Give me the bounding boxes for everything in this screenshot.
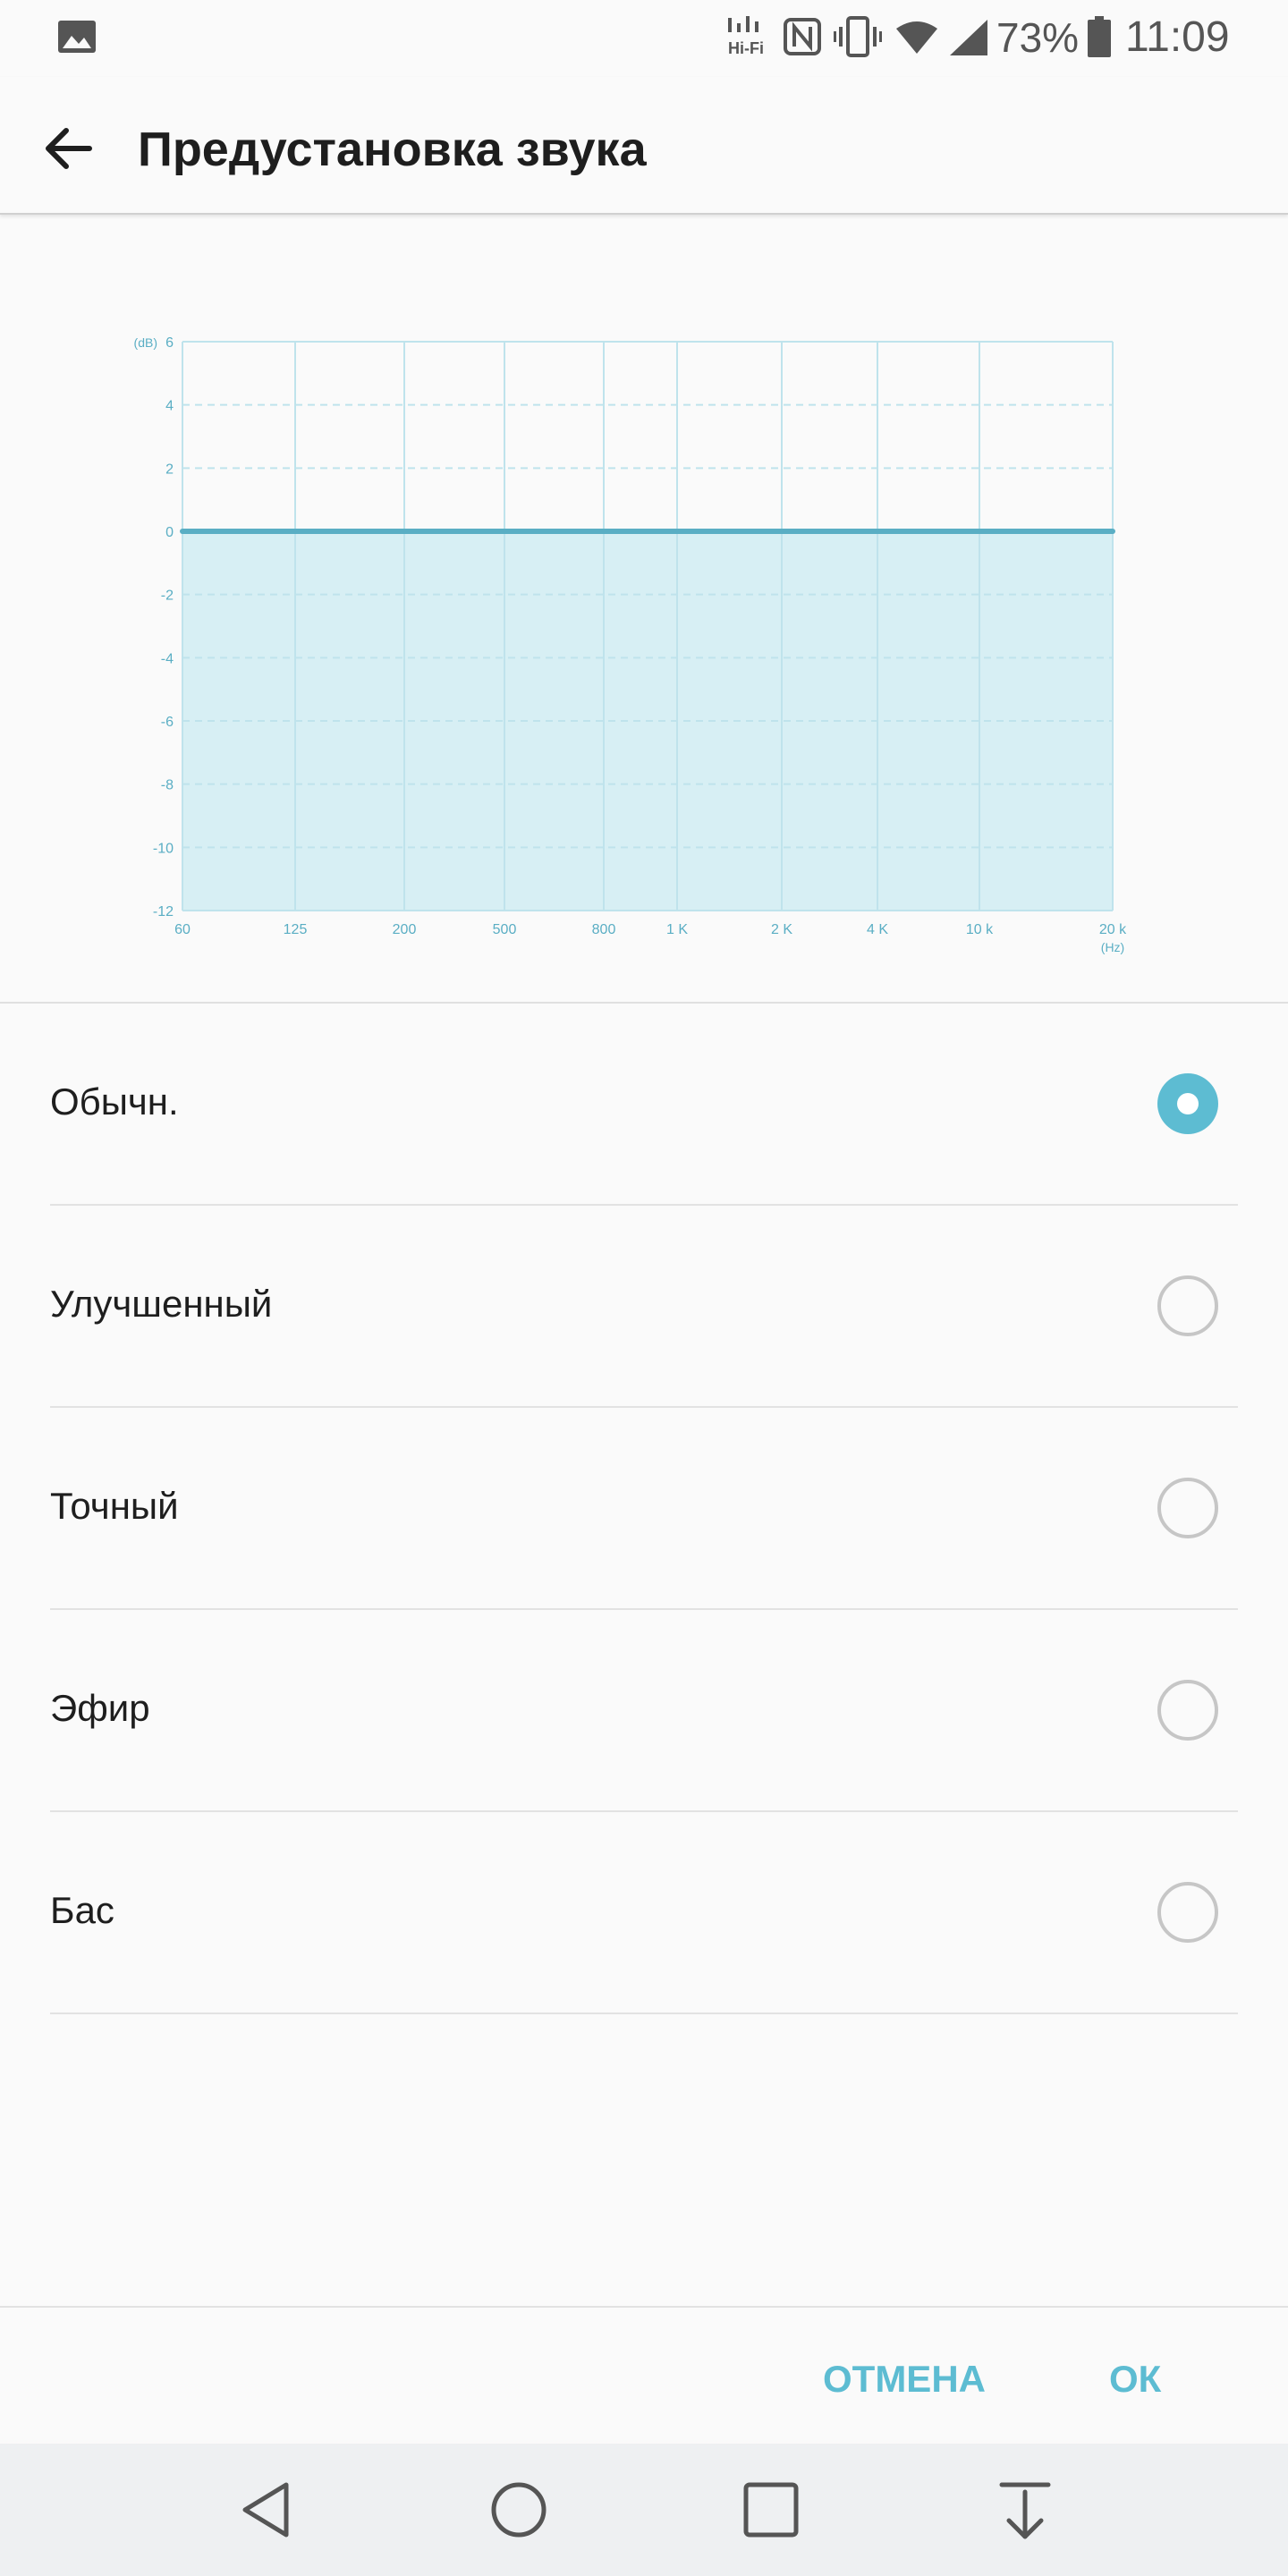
back-triangle-icon[interactable] [233,2474,304,2546]
ok-button[interactable]: ОК [1109,2343,1161,2415]
radio-unselected[interactable] [1157,1275,1218,1336]
recents-square-icon[interactable] [735,2474,807,2546]
y-tick-label: -2 [161,589,174,604]
vibrate-icon [834,16,882,57]
y-tick-label: 4 [165,399,174,414]
eq-point [875,529,880,534]
y-tick-label: 2 [165,462,174,477]
svg-text:Hi-Fi: Hi-Fi [728,39,764,57]
y-tick-label: -6 [161,715,174,730]
home-circle-icon[interactable] [483,2474,555,2546]
x-unit-label: (Hz) [1101,940,1124,954]
eq-point [292,529,298,534]
notifications-down-icon[interactable] [989,2474,1061,2546]
x-tick-label: 10 k [966,922,994,937]
eq-point [674,529,680,534]
radio-unselected[interactable] [1157,1680,1218,1741]
y-tick-label: 6 [165,335,174,351]
x-tick-label: 800 [592,922,616,937]
preset-label: Бас [50,1889,114,1931]
x-tick-label: 1 K [666,922,688,937]
radio-unselected[interactable] [1157,1478,1218,1538]
y-tick-label: -8 [161,778,174,793]
x-tick-label: 60 [174,922,191,937]
signal-icon [950,20,987,55]
eq-point [601,529,606,534]
status-bar: Hi-Fi 73% 11:09 [0,0,1288,77]
preset-label: Эфир [50,1687,150,1729]
footer-divider [0,2306,1288,2308]
eq-point [402,529,407,534]
preset-label: Обычн. [50,1080,179,1123]
page-title: Предустановка звука [138,123,647,176]
preset-label: Улучшенный [50,1283,273,1325]
battery-icon [1088,16,1111,57]
gallery-icon [58,21,96,53]
wifi-icon [896,21,937,54]
eq-point [1110,529,1115,534]
eq-point [502,529,507,534]
preset-item-enhanced[interactable]: Улучшенный [50,1206,1238,1408]
equalizer-chart: 6 4 2 0 -2 -4 -6 -8 -10 -12 (dB) 60 125 200 500 800 1 K 2… [0,215,1288,1002]
radio-dot [1177,1093,1199,1114]
battery-percent: 73% [996,14,1080,61]
y-tick-label: 0 [165,525,174,540]
y-tick-label: -12 [153,904,174,919]
preset-label: Точный [50,1485,179,1527]
arrow-back-icon [46,128,92,169]
app-bar: Предустановка звука [0,77,1288,215]
equalizer-chart-svg: 6 4 2 0 -2 -4 -6 -8 -10 -12 (dB) 60 125 200 500 800 1 K 2… [134,335,1128,954]
eq-point [180,529,185,534]
y-tick-label: -4 [161,651,174,666]
navigation-bar [0,2444,1288,2576]
radio-selected[interactable] [1157,1073,1218,1134]
x-tick-label: 500 [493,922,517,937]
x-tick-label: 20 k [1099,922,1127,937]
preset-item-normal[interactable]: Обычн. [50,1004,1238,1206]
radio-unselected[interactable] [1157,1882,1218,1943]
preset-item-precise[interactable]: Точный [50,1408,1238,1610]
cancel-button[interactable]: ОТМЕНА [823,2343,986,2415]
preset-item-bass[interactable]: Бас [50,1812,1238,2014]
preset-item-broadcast[interactable]: Эфир [50,1610,1238,1812]
hifi-icon: Hi-Fi [728,16,764,57]
nfc-icon [784,18,821,55]
clock: 11:09 [1125,13,1230,61]
x-tick-label: 2 K [771,922,792,937]
eq-point [977,529,982,534]
eq-point [779,529,784,534]
x-tick-label: 125 [284,922,308,937]
back-button[interactable] [30,111,106,186]
x-tick-label: 4 K [867,922,888,937]
y-tick-label: -10 [153,841,174,856]
y-unit-label: (dB) [134,335,157,350]
x-tick-label: 200 [393,922,417,937]
